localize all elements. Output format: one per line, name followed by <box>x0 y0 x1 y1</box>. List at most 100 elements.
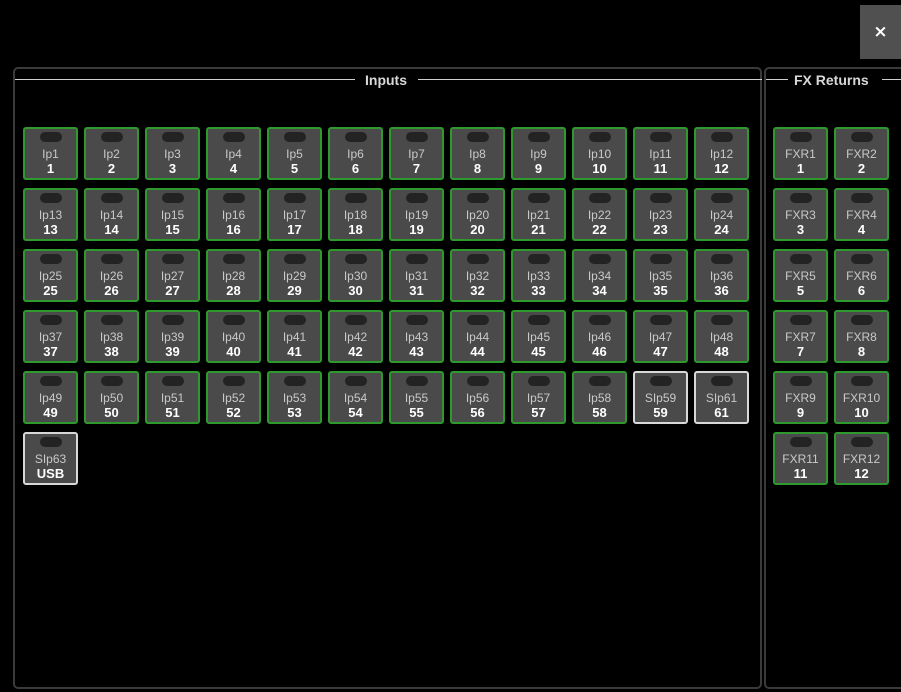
input-tile[interactable]: Ip42 42 <box>328 310 383 363</box>
input-tile[interactable]: Ip55 55 <box>389 371 444 424</box>
fx-return-tile[interactable]: FXR6 6 <box>834 249 889 302</box>
channel-number: 28 <box>226 283 241 298</box>
indicator-led <box>710 193 733 203</box>
input-tile[interactable]: Ip37 37 <box>23 310 78 363</box>
input-tile[interactable]: Ip16 16 <box>206 188 261 241</box>
input-tile[interactable]: Ip46 46 <box>572 310 627 363</box>
indicator-led <box>466 193 489 203</box>
input-tile[interactable]: Ip19 19 <box>389 188 444 241</box>
input-tile[interactable]: SIp61 61 <box>694 371 749 424</box>
input-tile[interactable]: Ip51 51 <box>145 371 200 424</box>
input-tile[interactable]: Ip58 58 <box>572 371 627 424</box>
input-tile[interactable]: Ip40 40 <box>206 310 261 363</box>
fx-return-tile[interactable]: FXR11 11 <box>773 432 828 485</box>
fx-return-tile[interactable]: FXR2 2 <box>834 127 889 180</box>
indicator-led <box>100 132 123 142</box>
input-tile[interactable]: SIp63 USB <box>23 432 78 485</box>
input-tile[interactable]: Ip4 4 <box>206 127 261 180</box>
input-tile[interactable]: Ip36 36 <box>694 249 749 302</box>
header-rule-right <box>882 79 901 80</box>
channel-number: 2 <box>107 161 116 176</box>
close-button[interactable]: × <box>860 5 901 59</box>
input-tile[interactable]: Ip15 15 <box>145 188 200 241</box>
fx-return-tile[interactable]: FXR1 1 <box>773 127 828 180</box>
input-tile[interactable]: Ip57 57 <box>511 371 566 424</box>
indicator-led <box>850 254 873 264</box>
channel-number: 30 <box>348 283 363 298</box>
input-tile[interactable]: Ip28 28 <box>206 249 261 302</box>
input-tile[interactable]: Ip32 32 <box>450 249 505 302</box>
indicator-led <box>789 193 812 203</box>
channel-number: 41 <box>287 344 302 359</box>
indicator-led <box>466 315 489 325</box>
input-tile[interactable]: Ip23 23 <box>633 188 688 241</box>
input-tile[interactable]: Ip17 17 <box>267 188 322 241</box>
input-tile[interactable]: Ip44 44 <box>450 310 505 363</box>
input-tile[interactable]: Ip21 21 <box>511 188 566 241</box>
input-tile[interactable]: Ip9 9 <box>511 127 566 180</box>
channel-number: 29 <box>287 283 302 298</box>
input-tile[interactable]: Ip39 39 <box>145 310 200 363</box>
input-tile[interactable]: SIp59 59 <box>633 371 688 424</box>
input-tile[interactable]: Ip47 47 <box>633 310 688 363</box>
input-tile[interactable]: Ip56 56 <box>450 371 505 424</box>
channel-name: Ip34 <box>587 269 612 283</box>
fx-return-tile[interactable]: FXR3 3 <box>773 188 828 241</box>
input-tile[interactable]: Ip13 13 <box>23 188 78 241</box>
channel-name: Ip1 <box>42 147 59 161</box>
indicator-led <box>466 376 489 386</box>
input-tile[interactable]: Ip24 24 <box>694 188 749 241</box>
input-tile[interactable]: Ip35 35 <box>633 249 688 302</box>
input-tile[interactable]: Ip38 38 <box>84 310 139 363</box>
fx-return-tile[interactable]: FXR4 4 <box>834 188 889 241</box>
fx-return-tile[interactable]: FXR9 9 <box>773 371 828 424</box>
input-tile[interactable]: Ip11 11 <box>633 127 688 180</box>
input-tile[interactable]: Ip26 26 <box>84 249 139 302</box>
input-tile[interactable]: Ip29 29 <box>267 249 322 302</box>
input-tile[interactable]: Ip41 41 <box>267 310 322 363</box>
indicator-led <box>850 315 873 325</box>
input-tile[interactable]: Ip53 53 <box>267 371 322 424</box>
channel-number: 51 <box>165 405 180 420</box>
input-tile[interactable]: Ip43 43 <box>389 310 444 363</box>
fx-return-tile[interactable]: FXR5 5 <box>773 249 828 302</box>
fx-return-tile[interactable]: FXR8 8 <box>834 310 889 363</box>
input-tile[interactable]: Ip22 22 <box>572 188 627 241</box>
input-tile[interactable]: Ip1 1 <box>23 127 78 180</box>
input-tile[interactable]: Ip5 5 <box>267 127 322 180</box>
input-tile[interactable]: Ip12 12 <box>694 127 749 180</box>
input-tile[interactable]: Ip14 14 <box>84 188 139 241</box>
input-tile[interactable]: Ip48 48 <box>694 310 749 363</box>
input-tile[interactable]: Ip7 7 <box>389 127 444 180</box>
channel-name: Ip26 <box>99 269 124 283</box>
input-tile[interactable]: Ip31 31 <box>389 249 444 302</box>
input-tile[interactable]: Ip49 49 <box>23 371 78 424</box>
channel-name: Ip50 <box>99 391 124 405</box>
fx-return-tile[interactable]: FXR10 10 <box>834 371 889 424</box>
fx-return-tile[interactable]: FXR12 12 <box>834 432 889 485</box>
channel-name: FXR5 <box>785 269 816 283</box>
input-tile[interactable]: Ip27 27 <box>145 249 200 302</box>
input-tile[interactable]: Ip10 10 <box>572 127 627 180</box>
channel-name: Ip15 <box>160 208 185 222</box>
channel-number: 37 <box>43 344 58 359</box>
input-tile[interactable]: Ip50 50 <box>84 371 139 424</box>
input-tile[interactable]: Ip54 54 <box>328 371 383 424</box>
channel-name: Ip48 <box>709 330 734 344</box>
input-tile[interactable]: Ip6 6 <box>328 127 383 180</box>
channel-name: Ip23 <box>648 208 673 222</box>
input-tile[interactable]: Ip34 34 <box>572 249 627 302</box>
input-tile[interactable]: Ip2 2 <box>84 127 139 180</box>
input-tile[interactable]: Ip18 18 <box>328 188 383 241</box>
input-tile[interactable]: Ip52 52 <box>206 371 261 424</box>
input-tile[interactable]: Ip30 30 <box>328 249 383 302</box>
input-tile[interactable]: Ip8 8 <box>450 127 505 180</box>
input-tile[interactable]: Ip25 25 <box>23 249 78 302</box>
channel-number: 50 <box>104 405 119 420</box>
input-tile[interactable]: Ip3 3 <box>145 127 200 180</box>
input-tile[interactable]: Ip33 33 <box>511 249 566 302</box>
input-tile[interactable]: Ip45 45 <box>511 310 566 363</box>
input-tile[interactable]: Ip20 20 <box>450 188 505 241</box>
fx-return-tile[interactable]: FXR7 7 <box>773 310 828 363</box>
channel-number: 53 <box>287 405 302 420</box>
